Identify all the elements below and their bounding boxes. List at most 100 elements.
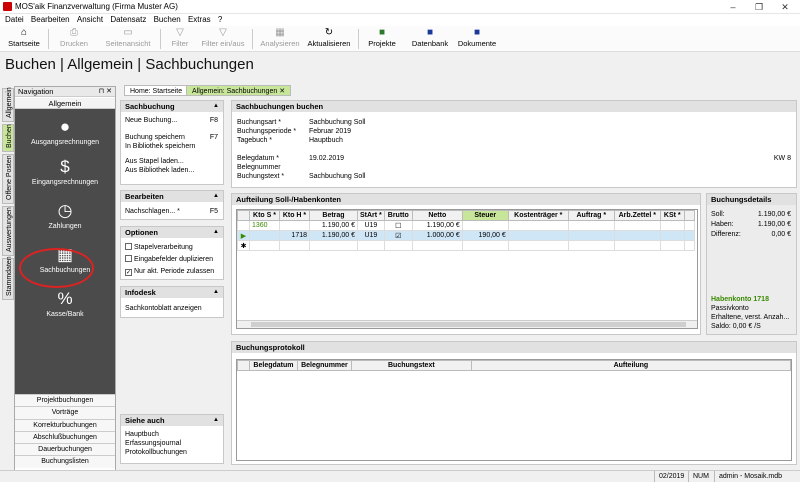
menu-buchen[interactable]: Buchen (154, 14, 181, 26)
cell-netto[interactable]: 1.000,00 € (411, 230, 463, 241)
table-row[interactable]: ✱ (237, 240, 695, 251)
nav-kasse-bank[interactable]: % Kasse/Bank (15, 289, 115, 318)
collapse-icon[interactable]: ▲ (213, 415, 219, 426)
cell-brutto-checkbox[interactable]: ☐ (383, 220, 413, 231)
col-brutto[interactable]: Brutto (383, 210, 413, 221)
link-protokollbuchungen[interactable]: Protokollbuchungen (121, 448, 223, 457)
scrollbar-thumb[interactable] (251, 322, 686, 327)
cell-arbzettel[interactable] (613, 240, 661, 251)
cell-start[interactable] (357, 240, 385, 251)
cell-auftrag[interactable] (567, 240, 615, 251)
maximize-button[interactable]: ❐ (746, 0, 772, 14)
col-start[interactable]: StArt * (357, 210, 385, 221)
cell-start[interactable]: U19 (357, 230, 385, 241)
col-aufteilung[interactable]: Aufteilung (470, 360, 792, 371)
menu-help[interactable]: ? (218, 14, 222, 26)
action-bibliothek-speichern[interactable]: In Bibliothek speichern (121, 142, 223, 151)
nav-vortraege[interactable]: Vorträge (15, 406, 115, 419)
col-kto-h[interactable]: Kto H * (279, 210, 310, 221)
col-belegnummer[interactable]: Belegnummer (296, 360, 352, 371)
cell-betrag[interactable]: 1.190,00 € (309, 220, 358, 231)
table-row[interactable]: ▶ 1718 1.190,00 € U19 ☑ 1.000,00 € 190,0… (237, 230, 695, 241)
col-arbzettel[interactable]: Arb.Zettel * (613, 210, 661, 221)
col-kto-s[interactable]: Kto S * (249, 210, 280, 221)
cell-auftrag[interactable] (567, 220, 615, 231)
col-buchungstext[interactable]: Buchungstext (350, 360, 472, 371)
cell-kto-h[interactable]: 1718 (279, 230, 310, 241)
aktualisieren-button[interactable]: ↻ Aktualisieren (306, 28, 352, 50)
checkbox-checked[interactable]: ✓ (125, 269, 132, 276)
option-periode[interactable]: ✓ Nur akt. Periode zulassen (121, 267, 223, 276)
tab-home[interactable]: Home: Startseite (124, 85, 189, 96)
option-duplizieren[interactable]: Eingabefelder duplizieren (121, 255, 223, 264)
checkbox-unchecked[interactable] (125, 255, 132, 262)
col-kostentraeger[interactable]: Kostenträger * (507, 210, 569, 221)
pin-close-icon[interactable]: ⊓ ✕ (99, 87, 112, 97)
filter-button[interactable]: ▽ Filter (166, 28, 194, 50)
link-erfassungsjournal[interactable]: Erfassungsjournal (121, 439, 223, 448)
field-buchungstext[interactable]: Buchungstext * Sachbuchung Soll (237, 172, 793, 181)
nav-buchungslisten[interactable]: Buchungslisten (15, 455, 115, 468)
tab-close-icon[interactable]: ✕ (279, 88, 285, 95)
link-hauptbuch[interactable]: Hauptbuch (121, 430, 223, 439)
nav-ausgangsrechnungen[interactable]: ● Ausgangsrechnungen (15, 117, 115, 146)
field-buchungsperiode[interactable]: Buchungsperiode * Februar 2019 (237, 127, 793, 136)
menu-datei[interactable]: Datei (5, 14, 24, 26)
seitenansicht-button[interactable]: ▭ Seitenansicht (100, 28, 156, 50)
cell-kto-s[interactable] (249, 230, 280, 241)
close-button[interactable]: ✕ (772, 0, 798, 14)
projekte-button[interactable]: ■ Projekte (364, 28, 400, 50)
cell-start[interactable]: U19 (357, 220, 385, 231)
cell-netto[interactable] (411, 240, 463, 251)
cell-kto-s[interactable]: 1360 (249, 220, 280, 231)
menu-datensatz[interactable]: Datensatz (110, 14, 146, 26)
cell-kostentraeger[interactable] (507, 220, 569, 231)
col-netto[interactable]: Netto (411, 210, 463, 221)
menu-extras[interactable]: Extras (188, 14, 211, 26)
action-nachschlagen[interactable]: Nachschlagen... * F5 (121, 207, 223, 216)
col-belegdatum[interactable]: Belegdatum (248, 360, 298, 371)
menu-bearbeiten[interactable]: Bearbeiten (31, 14, 70, 26)
startseite-button[interactable]: ⌂ Startseite (4, 28, 44, 50)
vtab-stammdaten[interactable]: Stammdaten (2, 256, 14, 300)
tab-sachbuchungen[interactable]: Allgemein: Sachbuchungen ✕ (186, 85, 292, 96)
datenbank-button[interactable]: ■ Datenbank (410, 28, 450, 50)
action-stapel-laden[interactable]: Aus Stapel laden... (121, 157, 223, 166)
cell-kst[interactable] (659, 230, 685, 241)
option-stapelverarbeitung[interactable]: Stapelverarbeitung (121, 243, 223, 252)
action-bibliothek-laden[interactable]: Aus Bibliothek laden... (121, 166, 223, 175)
cell-steuer[interactable] (461, 240, 509, 251)
horizontal-scrollbar[interactable] (237, 320, 697, 328)
cell-auftrag[interactable] (567, 230, 615, 241)
cell-betrag[interactable]: 1.190,00 € (309, 230, 358, 241)
col-steuer[interactable]: Steuer (461, 210, 509, 221)
cell-kostentraeger[interactable] (507, 240, 569, 251)
col-auftrag[interactable]: Auftrag * (567, 210, 615, 221)
collapse-icon[interactable]: ▲ (213, 191, 219, 202)
cell-arbzettel[interactable] (613, 220, 661, 231)
vtab-allgemein[interactable]: Allgemein (2, 87, 14, 122)
table-row[interactable]: 1360 1.190,00 € U19 ☐ 1.190,00 € (237, 220, 695, 231)
action-sachkontoblatt[interactable]: Sachkontoblatt anzeigen (121, 304, 223, 313)
col-kst[interactable]: KSt * (659, 210, 685, 221)
buchungstext-value[interactable]: Sachbuchung Soll (309, 172, 365, 181)
action-neue-buchung[interactable]: Neue Buchung... F8 (121, 116, 223, 125)
buchungsperiode-value[interactable]: Februar 2019 (309, 127, 351, 136)
checkbox-unchecked[interactable] (125, 243, 132, 250)
cell-steuer[interactable]: 190,00 € (461, 230, 509, 241)
vtab-offene-posten[interactable]: Offene Posten (2, 154, 14, 204)
analysieren-button[interactable]: ▦ Analysieren (258, 28, 302, 50)
cell-steuer[interactable] (461, 220, 509, 231)
nav-projektbuchungen[interactable]: Projektbuchungen (15, 394, 115, 407)
field-belegdatum[interactable]: Belegdatum * 19.02.2019 KW 8 (237, 154, 793, 163)
cell-arbzettel[interactable] (613, 230, 661, 241)
field-tagebuch[interactable]: Tagebuch * Hauptbuch (237, 136, 793, 145)
drucken-button[interactable]: ⎙ Drucken (54, 28, 94, 50)
field-belegnummer[interactable]: Belegnummer (237, 163, 793, 172)
collapse-icon[interactable]: ▲ (213, 101, 219, 112)
cell-kto-h[interactable] (279, 220, 310, 231)
cell-kst[interactable] (659, 240, 685, 251)
filter-toggle-button[interactable]: ▽ Filter ein/aus (200, 28, 246, 50)
cell-kto-h[interactable] (279, 240, 310, 251)
menu-ansicht[interactable]: Ansicht (77, 14, 103, 26)
